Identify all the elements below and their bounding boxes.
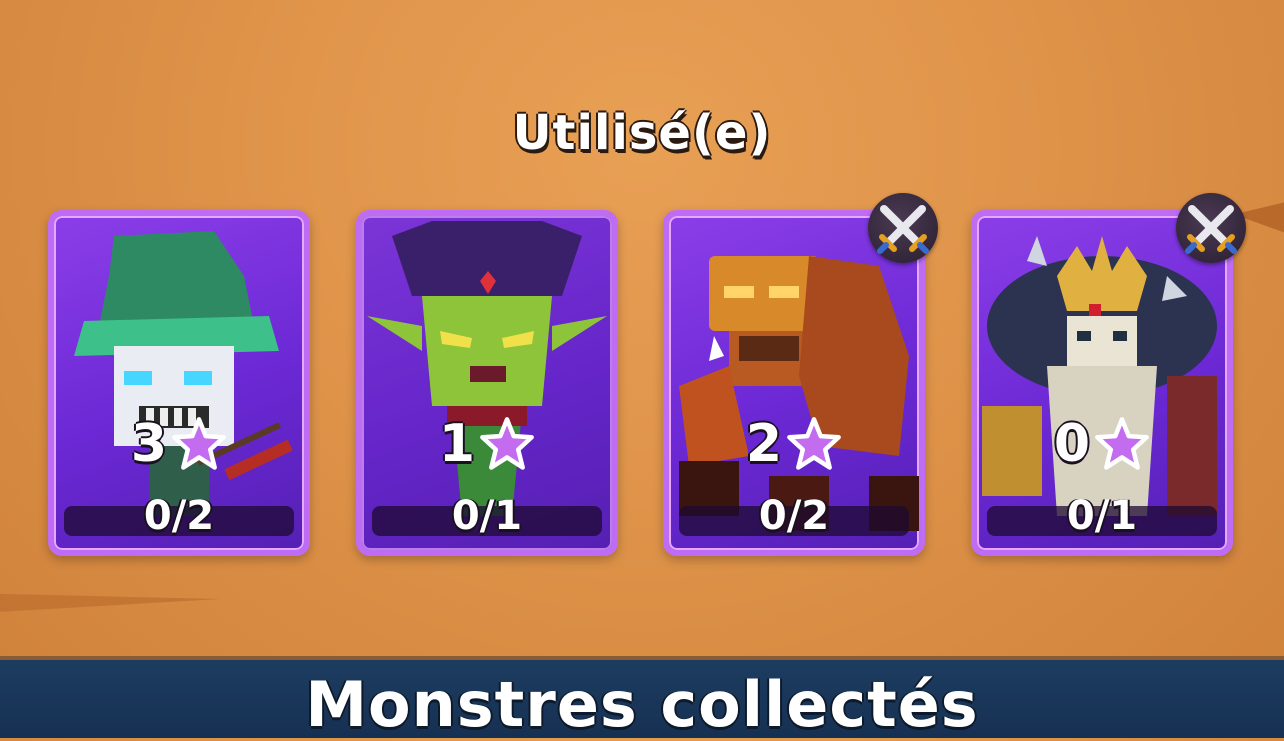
crossed-swords-icon [877, 205, 929, 254]
star-count: 1 [438, 414, 476, 474]
collected-monsters-title: Monstres collectés [305, 668, 979, 741]
star-level: 2 [669, 414, 919, 474]
star-icon [1095, 417, 1149, 470]
star-count: 2 [745, 414, 783, 474]
star-level: 3 [54, 414, 304, 474]
section-title: Utilisé(e) [512, 105, 772, 161]
progress-label: 0/2 [758, 493, 830, 539]
star-icon [480, 417, 534, 470]
star-icon [172, 417, 226, 470]
progress-bar: 0/1 [372, 493, 602, 539]
monster-card-skeleton-wizard[interactable]: 3 0/2 [48, 210, 310, 556]
crossed-swords-icon [1185, 205, 1237, 254]
star-icon [787, 417, 841, 470]
progress-label: 0/1 [451, 493, 523, 539]
crossed-swords-badge [1176, 193, 1246, 263]
star-count: 0 [1053, 414, 1091, 474]
star-level: 0 [977, 414, 1227, 474]
background-streak [0, 593, 220, 613]
monster-card-goblin-mage[interactable]: 1 0/1 [356, 210, 618, 556]
progress-label: 0/1 [1066, 493, 1138, 539]
progress-label: 0/2 [143, 493, 215, 539]
progress-bar: 0/1 [987, 493, 1217, 539]
progress-bar: 0/2 [679, 493, 909, 539]
star-count: 3 [130, 414, 168, 474]
star-level: 1 [362, 414, 612, 474]
crossed-swords-badge [868, 193, 938, 263]
progress-bar: 0/2 [64, 493, 294, 539]
